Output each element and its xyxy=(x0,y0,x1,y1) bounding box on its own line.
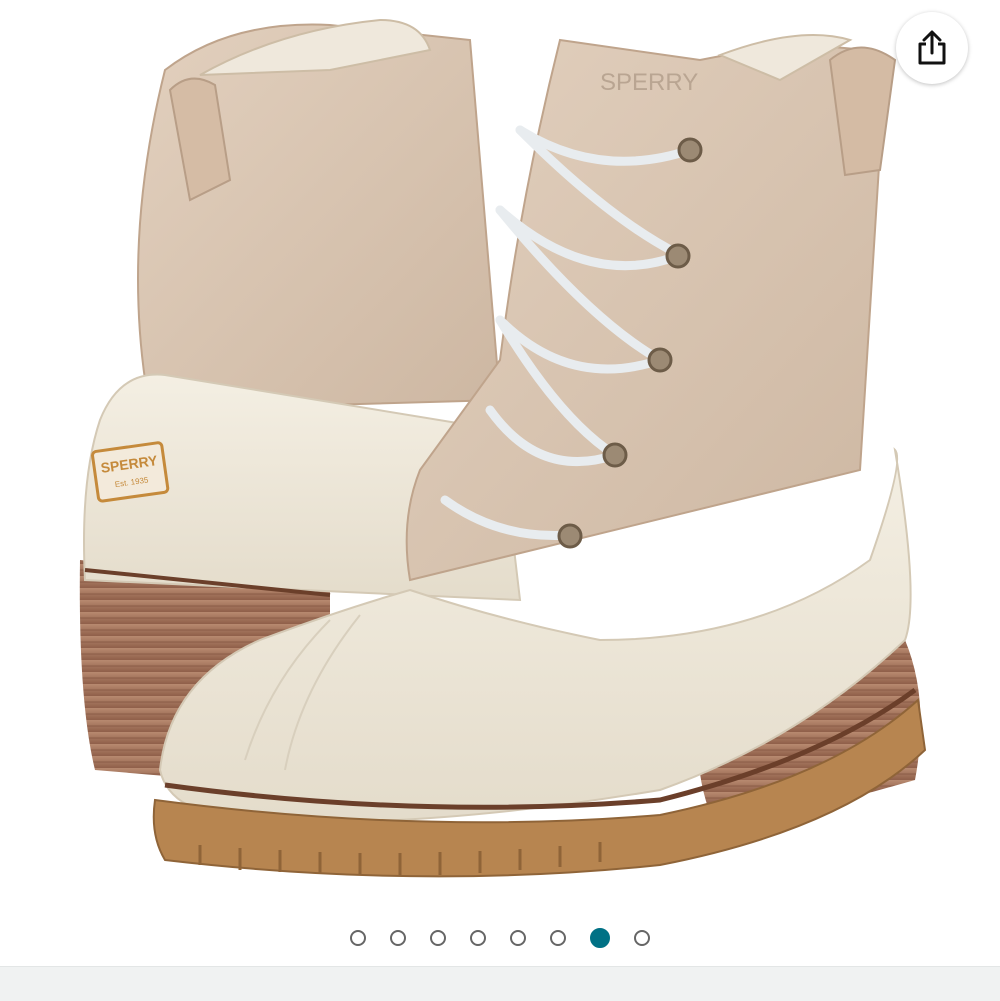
carousel-dot-6[interactable] xyxy=(550,930,566,946)
carousel-dot-7[interactable] xyxy=(590,928,610,948)
share-button[interactable] xyxy=(896,12,968,84)
carousel-dot-5[interactable] xyxy=(510,930,526,946)
carousel-dot-1[interactable] xyxy=(350,930,366,946)
carousel-dot-8[interactable] xyxy=(634,930,650,946)
product-image-viewer[interactable]: SPERRY Est. 1935 SPERRY xyxy=(0,0,1000,910)
carousel-dot-2[interactable] xyxy=(390,930,406,946)
image-carousel-indicators xyxy=(0,910,1000,966)
product-image[interactable]: SPERRY Est. 1935 SPERRY xyxy=(0,0,1000,910)
back-brand-patch: SPERRY Est. 1935 xyxy=(91,441,170,503)
carousel-dot-3[interactable] xyxy=(430,930,446,946)
front-brand-emboss: SPERRY xyxy=(600,69,698,96)
share-icon xyxy=(918,30,946,65)
carousel-dot-4[interactable] xyxy=(470,930,486,946)
bottom-bar xyxy=(0,966,1000,1001)
